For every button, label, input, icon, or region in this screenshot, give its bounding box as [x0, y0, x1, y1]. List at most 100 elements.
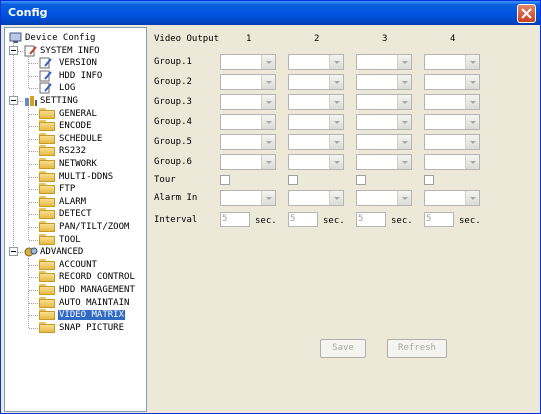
tour-checkbox-4[interactable]: [424, 175, 434, 185]
alarm-in-label: Alarm In: [154, 193, 198, 203]
group-2-output-1-select[interactable]: [220, 74, 276, 90]
tree-item-version[interactable]: VERSION: [39, 57, 98, 69]
group-5-output-2-select[interactable]: [288, 134, 344, 150]
chevron-down-icon: [465, 75, 479, 89]
chevron-down-icon: [329, 75, 343, 89]
interval-input-2[interactable]: 5: [288, 212, 318, 227]
tour-checkbox-2[interactable]: [288, 175, 298, 185]
group-6-output-1-select[interactable]: [220, 154, 276, 170]
close-button[interactable]: [517, 4, 536, 23]
group-4-output-3-select[interactable]: [356, 114, 412, 130]
folder-body: [39, 122, 55, 132]
tree-section-setting[interactable]: SETTING: [24, 95, 79, 107]
document-icon: [39, 82, 55, 94]
group-6-output-3-select[interactable]: [356, 154, 412, 170]
group-2-output-3-select[interactable]: [356, 74, 412, 90]
tree-line: [29, 227, 38, 228]
tree-item-label: RS232: [59, 146, 87, 157]
group-6-output-2-select[interactable]: [288, 154, 344, 170]
tree-item-log[interactable]: LOG: [39, 82, 76, 94]
folder-icon: [39, 158, 55, 169]
refresh-button[interactable]: Refresh: [387, 339, 447, 358]
tree-section-advanced[interactable]: ADVANCED: [24, 246, 84, 258]
chevron-down-icon: [465, 155, 479, 169]
tree-item-rs232[interactable]: RS232: [39, 145, 87, 157]
client-area: Device Config SYSTEM INFO VERSION HDD INFO L…: [4, 25, 537, 412]
folder-body: [39, 273, 55, 283]
tree-item-video-matrix[interactable]: VIDEO MATRIX: [39, 309, 126, 321]
group-3-output-1-select[interactable]: [220, 94, 276, 110]
folder-icon: [39, 233, 55, 245]
folder-body: [39, 235, 55, 245]
tree-item-ftp[interactable]: FTP: [39, 183, 76, 195]
group-1-output-1-select[interactable]: [220, 54, 276, 70]
tree-item-label: AUTO MAINTAIN: [59, 297, 130, 308]
chevron-down-icon: [465, 191, 479, 205]
save-button[interactable]: Save: [320, 339, 366, 358]
group-1-output-2-select[interactable]: [288, 54, 344, 70]
tree-line: [28, 56, 29, 89]
group-2-output-4-select[interactable]: [424, 74, 480, 90]
group-4-output-2-select[interactable]: [288, 114, 344, 130]
group-2-output-2-select[interactable]: [288, 74, 344, 90]
tree-item-multi-ddns[interactable]: MULTI-DDNS: [39, 170, 114, 183]
document-icon: [39, 57, 55, 69]
interval-input-1[interactable]: 5: [220, 212, 250, 227]
folder-body: [39, 286, 55, 295]
collapse-toggle[interactable]: [9, 96, 18, 105]
alarm-in-select-4[interactable]: [424, 190, 480, 206]
tree-item-auto-maintain[interactable]: AUTO MAINTAIN: [39, 296, 130, 309]
chevron-down-icon: [397, 135, 411, 149]
alarm-in-select-2[interactable]: [288, 190, 344, 206]
group-4-output-1-select[interactable]: [220, 114, 276, 130]
title-bar[interactable]: Config: [1, 1, 540, 25]
collapse-toggle[interactable]: [9, 247, 18, 257]
tree-line: [29, 315, 38, 317]
group-3-output-3-select[interactable]: [356, 94, 412, 110]
folder-icon: [39, 271, 55, 283]
tree-item-pan-tilt-zoom[interactable]: PAN/TILT/ZOOM: [39, 221, 130, 233]
chevron-down-icon: [397, 55, 411, 69]
document-icon: [39, 70, 55, 82]
group-3-output-2-select[interactable]: [288, 94, 344, 110]
tree-item-tool[interactable]: TOOL: [39, 233, 82, 246]
folder-body: [39, 172, 55, 182]
tree-item-schedule[interactable]: SCHEDULE: [39, 132, 103, 145]
tree-item-snap-picture[interactable]: SNAP PICTURE: [39, 321, 125, 334]
tree-item-label: ENCODE: [59, 121, 92, 132]
chevron-down-icon: [465, 55, 479, 69]
group-5-output-3-select[interactable]: [356, 134, 412, 150]
tree-item-alarm[interactable]: ALARM: [39, 195, 87, 208]
collapse-toggle[interactable]: [9, 45, 18, 55]
tour-checkbox-3[interactable]: [356, 175, 366, 185]
alarm-in-select-3[interactable]: [356, 190, 412, 206]
group-3-output-4-select[interactable]: [424, 94, 480, 110]
group-4-output-4-select[interactable]: [424, 114, 480, 130]
tree-item-account[interactable]: ACCOUNT: [39, 258, 98, 271]
group-5-output-1-select[interactable]: [220, 134, 276, 150]
tree-line: [18, 50, 23, 52]
chevron-down-icon: [397, 115, 411, 129]
config-tree[interactable]: Device Config SYSTEM INFO VERSION HDD INFO L…: [4, 27, 147, 412]
group-6-output-4-select[interactable]: [424, 154, 480, 170]
group-1-output-3-select[interactable]: [356, 54, 412, 70]
tree-item-encode[interactable]: ENCODE: [39, 120, 93, 132]
alarm-in-select-1[interactable]: [220, 190, 276, 206]
interval-unit: sec.: [459, 216, 481, 226]
interval-input-4[interactable]: 5: [424, 212, 454, 227]
tour-checkbox-1[interactable]: [220, 175, 230, 185]
tree-item-hdd-management[interactable]: HDD MANAGEMENT: [39, 284, 136, 296]
tree-item-general[interactable]: GENERAL: [39, 107, 98, 120]
tree-item-detect[interactable]: DETECT: [39, 208, 93, 220]
tree-item-hdd-info[interactable]: HDD INFO: [39, 70, 103, 82]
folder-body: [39, 298, 55, 308]
tree-section-system-info[interactable]: SYSTEM INFO: [24, 45, 101, 57]
tour-label: Tour: [154, 175, 176, 185]
tree-line: [29, 176, 38, 178]
tree-item-record-control[interactable]: RECORD CONTROL: [39, 271, 136, 283]
tree-item-network[interactable]: NETWORK: [39, 158, 98, 170]
interval-input-3[interactable]: 5: [356, 212, 386, 227]
tree-root[interactable]: Device Config: [9, 32, 96, 44]
group-5-output-4-select[interactable]: [424, 134, 480, 150]
group-1-output-4-select[interactable]: [424, 54, 480, 70]
